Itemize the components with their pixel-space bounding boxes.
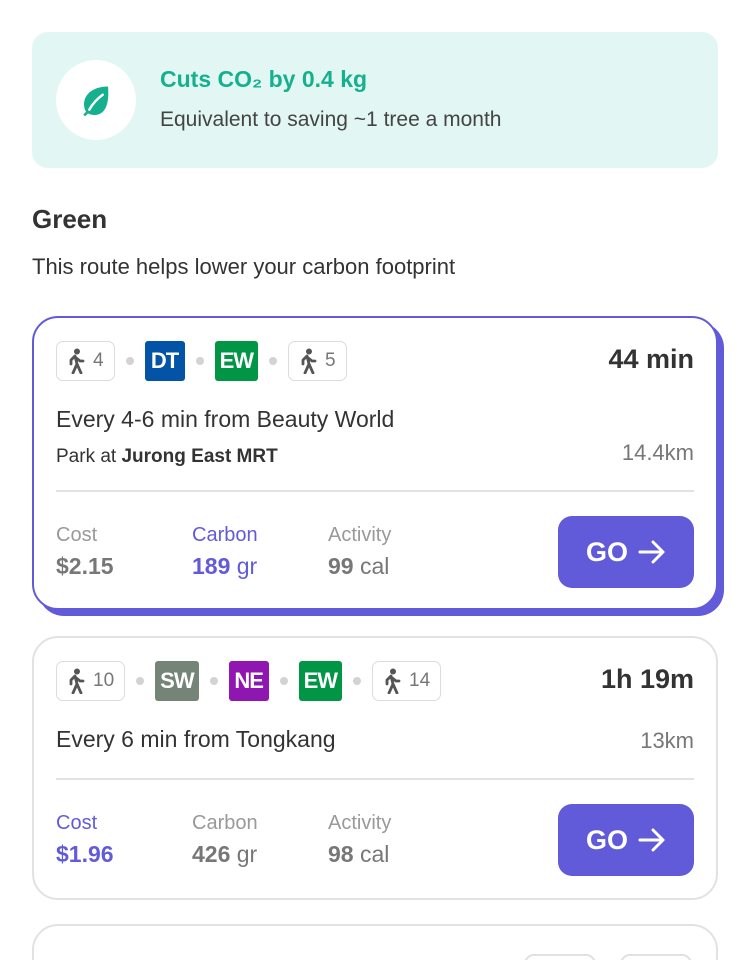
walk-minutes: 4 [93, 350, 104, 371]
route-card[interactable]: 10 SW NE EW 14 1h 19m Every 6 min from T… [32, 636, 718, 900]
banner-title: Cuts CO₂ by 0.4 kg [160, 66, 368, 92]
cost-value: $2.15 [56, 553, 114, 579]
go-button[interactable]: GO [558, 516, 694, 588]
line-badge-sw: SW [155, 661, 199, 701]
walk-leg-chip: 14 [372, 661, 442, 701]
cost-stat: Cost $1.96 [56, 812, 114, 868]
cost-stat: Cost $2.15 [56, 524, 114, 580]
walk-icon [301, 348, 317, 374]
line-badge-dt: DT [144, 341, 185, 381]
arrow-right-icon [638, 828, 665, 852]
cost-label: Cost [56, 524, 98, 546]
carbon-value: 189 gr [192, 553, 258, 579]
leg-separator [125, 357, 134, 365]
activity-label: Activity [328, 812, 392, 834]
walk-icon [69, 668, 85, 694]
card-divider [56, 490, 694, 492]
route-distance: 13km [640, 728, 694, 753]
route-card[interactable]: 4 DT EW 5 44 min Every 4-6 min from Beau… [32, 316, 718, 610]
walk-minutes: 14 [409, 670, 431, 691]
arrow-right-icon [638, 540, 665, 564]
leaf-icon [83, 86, 109, 117]
route-card[interactable] [32, 924, 718, 960]
walk-minutes: 5 [325, 350, 336, 371]
activity-value: 99 cal [328, 553, 390, 579]
card-divider [56, 778, 694, 780]
leg-separator [279, 677, 288, 685]
leaf-icon-circle [56, 60, 136, 140]
activity-stat: Activity 98 cal [328, 812, 391, 868]
cost-value: $1.96 [56, 841, 114, 867]
banner-subtitle: Equivalent to saving ~1 tree a month [160, 108, 502, 131]
go-label: GO [585, 536, 628, 567]
walk-minutes: 10 [93, 670, 115, 691]
walk-leg-chip [524, 954, 596, 960]
leg-separator [136, 677, 145, 685]
route-distance: 14.4km [621, 440, 694, 465]
walk-leg-chip [620, 954, 692, 960]
activity-value: 98 cal [328, 841, 390, 867]
park-location: Jurong East MRT [121, 446, 278, 467]
route-duration: 44 min [608, 344, 694, 374]
carbon-stat: Carbon 426 gr [192, 812, 258, 868]
leg-separator [209, 677, 218, 685]
go-button[interactable]: GO [558, 804, 694, 876]
line-badge-ew: EW [298, 661, 343, 701]
carbon-stat: Carbon 189 gr [192, 524, 258, 580]
carbon-label: Carbon [192, 524, 258, 546]
carbon-value: 426 gr [192, 841, 258, 867]
route-frequency: Every 6 min from Tongkang [56, 726, 336, 752]
line-badge-ew: EW [214, 341, 259, 381]
cost-label: Cost [56, 812, 98, 834]
route-legs: 4 DT EW 5 [56, 340, 347, 382]
park-prefix: Park at [56, 446, 117, 467]
go-label: GO [585, 824, 628, 855]
route-frequency: Every 4-6 min from Beauty World [56, 406, 395, 432]
walk-icon [385, 668, 401, 694]
section-subtitle: This route helps lower your carbon footp… [32, 254, 456, 279]
park-info: Park at Jurong East MRT [56, 446, 278, 468]
carbon-label: Carbon [192, 812, 258, 834]
walk-leg-chip: 4 [56, 341, 115, 381]
route-duration: 1h 19m [600, 664, 694, 694]
walk-icon [69, 348, 85, 374]
leg-separator [353, 677, 362, 685]
leg-separator [195, 357, 204, 365]
line-badge-ne: NE [228, 661, 269, 701]
carbon-savings-banner: Cuts CO₂ by 0.4 kg Equivalent to saving … [32, 32, 718, 168]
route-legs: 10 SW NE EW 14 [56, 660, 442, 702]
activity-label: Activity [328, 524, 392, 546]
activity-stat: Activity 99 cal [328, 524, 391, 580]
leg-separator [269, 357, 278, 365]
walk-leg-chip: 5 [288, 341, 347, 381]
section-title: Green [32, 204, 108, 234]
walk-leg-chip: 10 [56, 661, 126, 701]
